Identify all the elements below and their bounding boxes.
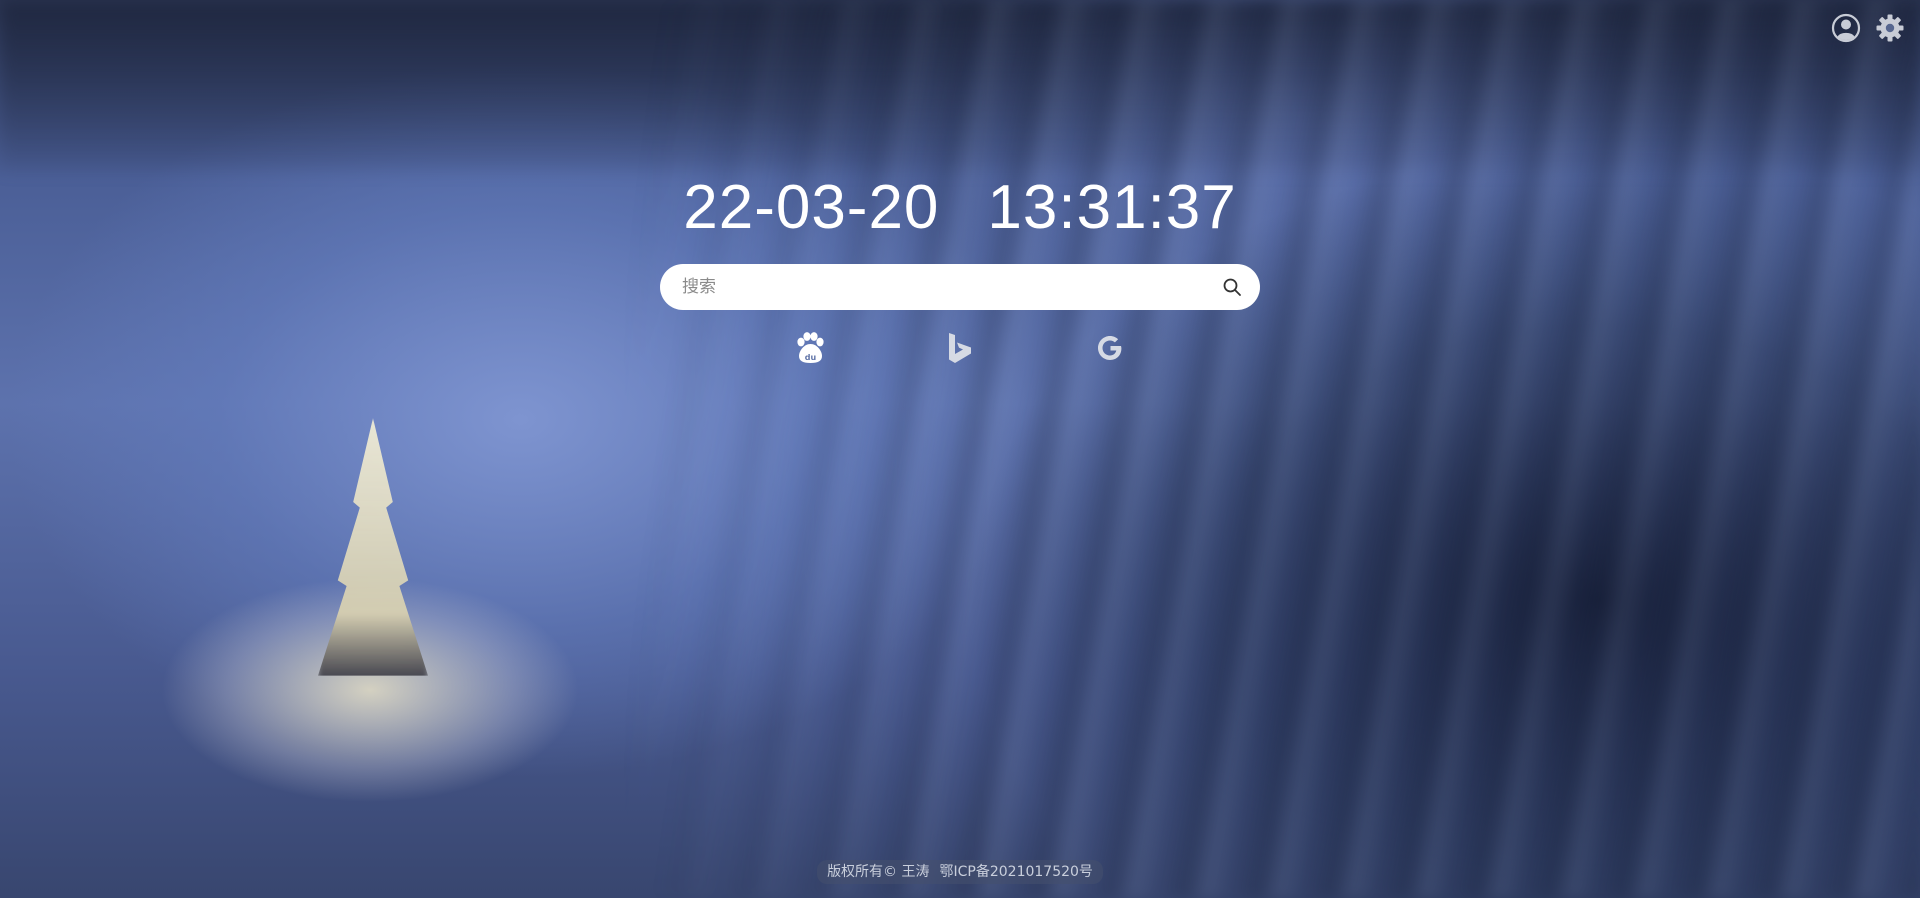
- background-forest: [0, 0, 1920, 898]
- clock-date: 22-03-20: [683, 173, 940, 242]
- icp-link[interactable]: 鄂ICP备2021017520号: [940, 864, 1093, 880]
- gear-icon: [1876, 14, 1904, 42]
- new-tab-page: 22-03-20 13:31:37 du: [0, 0, 1920, 898]
- footer-pill: 版权所有© 王涛 鄂ICP备2021017520号: [817, 860, 1103, 884]
- svg-text:du: du: [805, 353, 817, 362]
- copyright-text: 版权所有© 王涛: [827, 864, 930, 880]
- search-button[interactable]: [1218, 273, 1246, 301]
- top-right-toolbar: [1830, 12, 1906, 44]
- user-button[interactable]: [1830, 12, 1862, 44]
- engine-google[interactable]: [1094, 330, 1126, 366]
- bing-icon: [949, 333, 971, 363]
- search-engine-selector: du: [0, 330, 1920, 366]
- google-icon: [1098, 336, 1122, 360]
- baidu-paw-icon: du: [797, 332, 824, 363]
- engine-baidu[interactable]: du: [794, 330, 826, 366]
- settings-button[interactable]: [1874, 12, 1906, 44]
- search-input[interactable]: [680, 276, 1218, 298]
- user-avatar-icon: [1831, 13, 1861, 43]
- clock-time: 13:31:37: [987, 173, 1237, 242]
- engine-bing[interactable]: [944, 330, 976, 366]
- background-image: [0, 0, 1920, 898]
- clock-display: 22-03-20 13:31:37: [0, 168, 1920, 248]
- search-icon: [1223, 278, 1241, 296]
- footer: 版权所有© 王涛 鄂ICP备2021017520号: [0, 860, 1920, 884]
- search-bar: [660, 264, 1260, 310]
